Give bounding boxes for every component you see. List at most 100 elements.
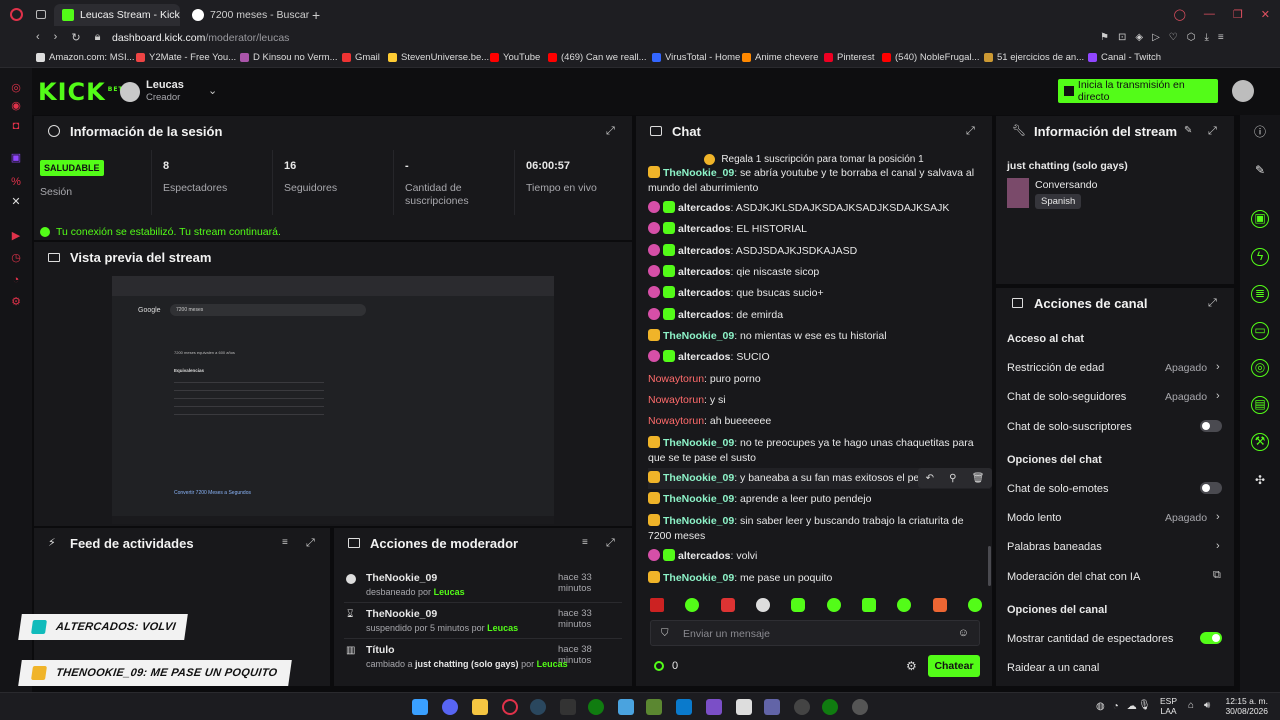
- show-viewers-toggle[interactable]: [1200, 632, 1222, 644]
- chat-message[interactable]: TheNookie_09: no te preocupes ya te hago…: [648, 436, 978, 466]
- clock[interactable]: 12:15 a. m. 30/08/2026: [1224, 696, 1268, 716]
- discord-icon[interactable]: [442, 699, 458, 715]
- chat-message[interactable]: altercados: ASDJSDAJKJSDKAJASD: [648, 244, 978, 259]
- percent-icon[interactable]: %: [10, 176, 22, 188]
- chat-message[interactable]: TheNookie_09: se abría youtube y te borr…: [648, 166, 978, 196]
- chat-message[interactable]: TheNookie_09: no mientas w ese es tu his…: [648, 329, 978, 344]
- photos-icon[interactable]: [618, 699, 634, 715]
- tab-google-search[interactable]: 7200 meses - Buscar con G: [184, 4, 310, 26]
- chat-message[interactable]: altercados: volvi: [648, 549, 978, 564]
- chat-message[interactable]: Nowaytorun: y si: [648, 393, 978, 408]
- bookmark-kinsou[interactable]: D Kinsou no Verm...: [240, 52, 337, 63]
- close-icon[interactable]: ✕: [1261, 8, 1270, 21]
- tab-kick-dashboard[interactable]: Leucas Stream - Kick Dash: [54, 4, 180, 26]
- chat-message[interactable]: altercados: qie niscaste sicop: [648, 265, 978, 280]
- filter-icon[interactable]: ≡: [582, 537, 588, 548]
- edit-icon[interactable]: ✎: [1253, 163, 1267, 177]
- emote-icon[interactable]: [897, 598, 912, 612]
- forward-icon[interactable]: ›: [54, 31, 58, 44]
- bookmark-amazon[interactable]: Amazon.com: MSI...: [36, 52, 135, 63]
- emote-icon[interactable]: [720, 598, 735, 612]
- emote-icon[interactable]: [861, 598, 876, 612]
- history-icon[interactable]: ◷: [10, 252, 22, 264]
- file-explorer-icon[interactable]: [472, 699, 488, 715]
- creator-avatar[interactable]: [120, 82, 140, 102]
- bookmark-ejercicios[interactable]: 51 ejercicios de an...: [984, 52, 1084, 63]
- emote-icon[interactable]: [826, 598, 841, 612]
- expand-icon[interactable]: ⤢: [1208, 125, 1217, 138]
- opera-menu-icon[interactable]: [10, 8, 23, 21]
- target-icon[interactable]: ◎: [1251, 359, 1269, 377]
- emote-icon[interactable]: [650, 598, 664, 612]
- bookmark-pinterest[interactable]: Pinterest: [824, 52, 875, 63]
- subs-only-toggle[interactable]: [1200, 420, 1222, 432]
- bookmark-twitch[interactable]: Canal - Twitch: [1088, 52, 1161, 63]
- xbox-icon[interactable]: [588, 699, 604, 715]
- teams-icon[interactable]: [764, 699, 780, 715]
- url-field[interactable]: dashboard.kick.com/moderator/leucas: [112, 32, 289, 44]
- chat-icon[interactable]: ▭: [1251, 322, 1269, 340]
- edit-icon[interactable]: ✎: [1184, 125, 1192, 136]
- trash-icon[interactable]: 🗑︎: [972, 473, 985, 484]
- network-icon[interactable]: ⌂: [1188, 700, 1194, 711]
- tab-grid-icon[interactable]: [36, 10, 46, 19]
- vscode-icon[interactable]: [676, 699, 692, 715]
- list-icon[interactable]: ≣: [1251, 285, 1269, 303]
- mod-action-user[interactable]: TheNookie_09: [366, 608, 437, 620]
- profile-avatar[interactable]: [1232, 80, 1254, 102]
- chevron-down-icon[interactable]: ⌄: [208, 84, 217, 97]
- reload-icon[interactable]: ↻: [71, 31, 80, 44]
- emote-icon[interactable]: [791, 598, 806, 612]
- epic-icon[interactable]: [560, 699, 576, 715]
- bookmark-gmail[interactable]: Gmail: [342, 52, 380, 63]
- bookmark-youtube[interactable]: YouTube: [490, 52, 540, 63]
- raid-row[interactable]: Raidear a un canal: [1007, 662, 1227, 674]
- new-tab-button[interactable]: +: [312, 7, 320, 23]
- chat-message[interactable]: Nowaytorun: puro porno: [648, 372, 978, 387]
- visual-studio-icon[interactable]: [706, 699, 722, 715]
- snapshot-icon[interactable]: ⊡: [1118, 32, 1126, 43]
- bookmark-noblefrugal[interactable]: (540) NobleFrugal...: [882, 52, 979, 63]
- bookmark-icon[interactable]: ⚑: [1100, 32, 1109, 43]
- minimize-icon[interactable]: —: [1204, 8, 1215, 21]
- minecraft-icon[interactable]: [646, 699, 662, 715]
- info-icon[interactable]: ⓘ: [1253, 125, 1267, 139]
- channel-icon[interactable]: ▤: [1251, 396, 1269, 414]
- language-indicator[interactable]: ESP LAA: [1160, 696, 1177, 716]
- expand-icon[interactable]: ⤢: [606, 537, 615, 550]
- chat-message[interactable]: altercados: que bsucas sucio+: [648, 286, 978, 301]
- ai-moderation-row[interactable]: Moderación del chat con IA: [1007, 571, 1227, 583]
- settings-gear-icon[interactable]: [794, 699, 810, 715]
- shield-icon[interactable]: ◈: [1135, 32, 1143, 43]
- kick-logo[interactable]: KICK BETA: [38, 78, 129, 106]
- chat-message[interactable]: Nowaytorun: ah bueeeeee: [648, 414, 978, 429]
- chat-scrollbar[interactable]: [988, 546, 991, 586]
- maximize-icon[interactable]: ❐: [1233, 8, 1243, 21]
- expand-icon[interactable]: ⤢: [966, 125, 975, 138]
- search-icon[interactable]: ◯: [1174, 8, 1186, 21]
- chat-settings-icon[interactable]: ⚙: [906, 659, 917, 673]
- messenger-icon[interactable]: ◉: [10, 100, 22, 112]
- heart-icon[interactable]: ♡: [1169, 32, 1178, 43]
- mod-action-user[interactable]: TheNookie_09: [366, 572, 437, 584]
- tray-discord-icon[interactable]: ◍: [1096, 701, 1105, 712]
- menu-icon[interactable]: ≡: [1218, 32, 1224, 43]
- start-icon[interactable]: [412, 699, 428, 715]
- xbox-app-icon[interactable]: [822, 699, 838, 715]
- notifications-app-icon[interactable]: [852, 699, 868, 715]
- player-icon[interactable]: ▶: [10, 230, 22, 242]
- bolt-icon[interactable]: ϟ: [1251, 248, 1269, 266]
- chat-message[interactable]: altercados: ASDJKJKLSDAJKSDAJKSADJKSDAJK…: [648, 201, 978, 216]
- puzzle-icon[interactable]: ✣: [1253, 473, 1267, 487]
- chat-message[interactable]: altercados: EL HISTORIAL: [648, 222, 978, 237]
- aria-icon[interactable]: ◎: [10, 82, 22, 94]
- opera-icon[interactable]: [502, 699, 518, 715]
- chat-message[interactable]: TheNookie_09: aprende a leer puto pendej…: [648, 492, 978, 507]
- mic-icon[interactable]: 🎙︎: [1138, 700, 1151, 711]
- emote-icon[interactable]: [967, 598, 982, 612]
- bookmark-anime[interactable]: Anime chevere: [742, 52, 818, 63]
- category-name[interactable]: Conversando: [1035, 179, 1097, 191]
- go-live-button[interactable]: Inicia la transmisión en directo: [1058, 79, 1218, 103]
- reply-icon[interactable]: ↶: [926, 473, 934, 484]
- tray-wifi-icon[interactable]: ◔: [1113, 701, 1119, 712]
